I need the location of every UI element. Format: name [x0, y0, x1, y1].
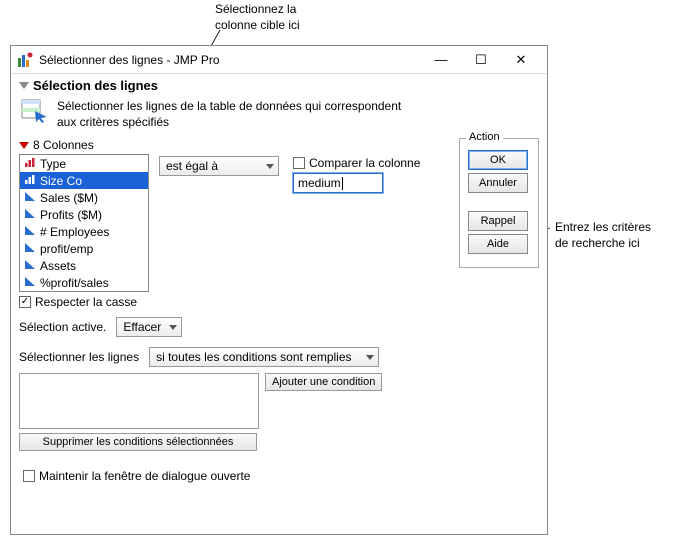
continuous-icon — [24, 207, 36, 222]
nominal-icon — [24, 156, 36, 171]
close-button[interactable]: ✕ — [501, 48, 541, 72]
keep-open-checkbox[interactable] — [23, 470, 35, 482]
columns-disclosure-icon — [19, 142, 29, 149]
column-item[interactable]: Type — [20, 155, 148, 172]
conditions-list[interactable] — [19, 373, 259, 429]
column-label: Type — [40, 157, 66, 171]
dialog-window: Sélectionner des lignes - JMP Pro — ☐ ✕ … — [10, 45, 548, 535]
compare-column-label: Comparer la colonne — [309, 156, 420, 170]
select-rows-label: Sélectionner les lignes — [19, 350, 139, 364]
disclosure-icon — [19, 82, 29, 89]
clear-label: Effacer — [123, 320, 163, 334]
annotation-top: Sélectionnez la colonne cible ici — [215, 2, 300, 33]
action-panel: Action OK Annuler Rappel Aide — [459, 138, 539, 268]
chevron-down-icon — [266, 164, 274, 169]
continuous-icon — [24, 258, 36, 273]
clear-select[interactable]: Effacer — [116, 317, 182, 337]
continuous-icon — [24, 190, 36, 205]
titlebar[interactable]: Sélectionner des lignes - JMP Pro — ☐ ✕ — [11, 46, 547, 74]
help-button[interactable]: Aide — [468, 234, 528, 254]
column-item[interactable]: profit/emp — [20, 240, 148, 257]
column-item[interactable]: Assets — [20, 257, 148, 274]
column-label: Assets — [40, 259, 76, 273]
column-label: Size Co — [40, 174, 82, 188]
cancel-button[interactable]: Annuler — [468, 173, 528, 193]
compare-column-checkbox[interactable] — [293, 157, 305, 169]
column-label: profit/emp — [40, 242, 93, 256]
columns-count: 8 Colonnes — [33, 138, 94, 152]
action-legend: Action — [466, 131, 503, 143]
maximize-button[interactable]: ☐ — [461, 48, 501, 72]
column-label: Profits ($M) — [40, 208, 102, 222]
add-condition-button[interactable]: Ajouter une condition — [265, 373, 382, 391]
section-title: Sélection des lignes — [33, 78, 158, 93]
annotation-right: Entrez les critères de recherche ici — [555, 220, 651, 251]
operator-value: est égal à — [166, 159, 260, 173]
description-text: Sélectionner les lignes de la table de d… — [57, 99, 417, 130]
match-case-label: Respecter la casse — [35, 295, 137, 309]
match-case-checkbox[interactable] — [19, 296, 31, 308]
column-item[interactable]: Sales ($M) — [20, 189, 148, 206]
criteria-input[interactable]: medium — [293, 173, 383, 193]
column-item[interactable]: Size Co — [20, 172, 148, 189]
condition-mode-select[interactable]: si toutes les conditions sont remplies — [149, 347, 379, 367]
section-header[interactable]: Sélection des lignes — [19, 76, 539, 95]
ok-button[interactable]: OK — [468, 150, 528, 170]
active-selection-label: Sélection active. — [19, 320, 106, 334]
column-label: %profit/sales — [40, 276, 109, 290]
continuous-icon — [24, 275, 36, 290]
column-label: Sales ($M) — [40, 191, 98, 205]
app-icon — [17, 52, 33, 68]
recall-button[interactable]: Rappel — [468, 211, 528, 231]
delete-conditions-button[interactable]: Supprimer les conditions sélectionnées — [19, 433, 257, 451]
keep-open-label: Maintenir la fenêtre de dialogue ouverte — [39, 469, 250, 483]
column-label: # Employees — [40, 225, 109, 239]
column-item[interactable]: %profit/sales — [20, 274, 148, 291]
column-list[interactable]: Type Size Co Sales ($M) Profits ($M) # Emplo… — [19, 154, 149, 292]
continuous-icon — [24, 241, 36, 256]
window-title: Sélectionner des lignes - JMP Pro — [39, 53, 421, 67]
minimize-button[interactable]: — — [421, 48, 461, 72]
chevron-down-icon — [366, 355, 374, 360]
chevron-down-icon — [169, 325, 177, 330]
continuous-icon — [24, 224, 36, 239]
operator-select[interactable]: est égal à — [159, 156, 279, 176]
ordinal-icon — [24, 173, 36, 188]
criteria-value: medium — [298, 176, 341, 190]
column-item[interactable]: Profits ($M) — [20, 206, 148, 223]
columns-header[interactable]: 8 Colonnes — [19, 138, 149, 152]
select-rows-icon — [21, 99, 49, 123]
condition-mode-value: si toutes les conditions sont remplies — [156, 350, 360, 364]
column-item[interactable]: # Employees — [20, 223, 148, 240]
